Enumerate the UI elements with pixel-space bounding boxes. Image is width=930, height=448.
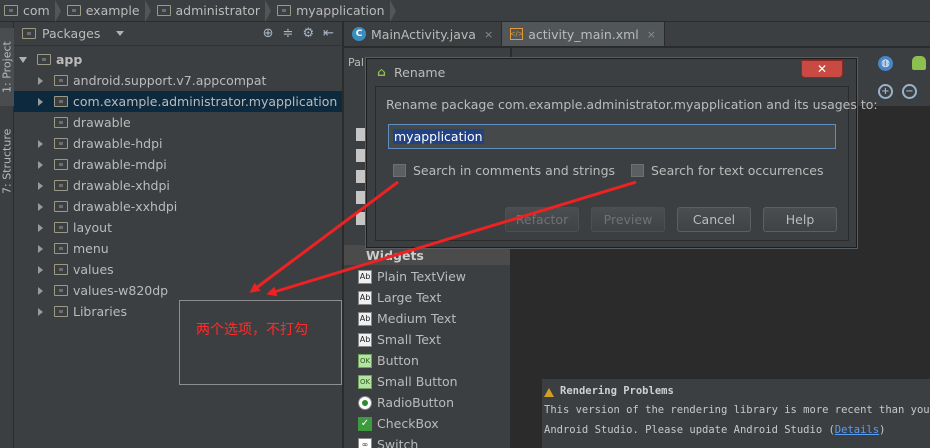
annotation-arrow-left <box>249 180 399 293</box>
annotation-arrows <box>249 180 637 297</box>
annotation-arrow-right <box>266 180 637 297</box>
